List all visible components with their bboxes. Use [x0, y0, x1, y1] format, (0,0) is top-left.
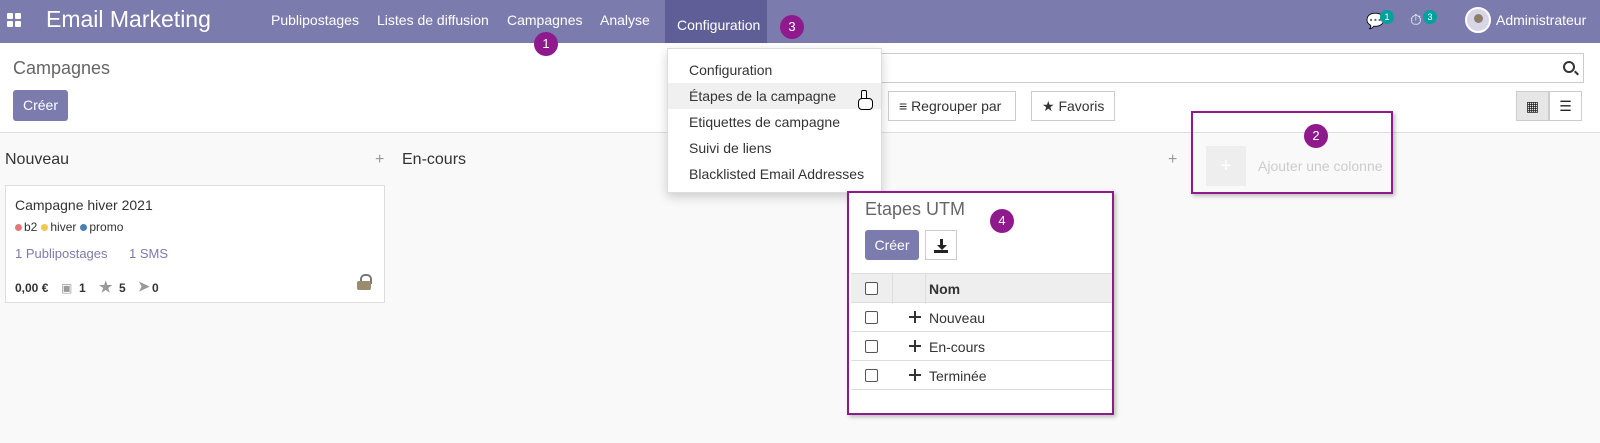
opened-star-icon: ★	[99, 279, 113, 296]
table-row[interactable]: En-cours	[851, 332, 1112, 361]
card-opened-count: 5	[119, 281, 126, 295]
activities-icon[interactable]: ⏱	[1410, 12, 1422, 29]
user-avatar[interactable]	[1465, 7, 1491, 33]
group-by-button[interactable]: ≡ Regrouper par	[888, 91, 1016, 121]
table-row[interactable]: Nouveau	[851, 303, 1112, 332]
tag-hiver: hiver	[41, 220, 76, 234]
column-title-en-cours: En-cours	[402, 151, 467, 168]
drag-handle-icon[interactable]	[909, 340, 921, 352]
callout-3: 3	[780, 15, 804, 39]
row-checkbox[interactable]	[865, 340, 878, 353]
column-add-icon[interactable]: +	[1168, 151, 1177, 169]
utm-table: Nom Nouveau En-cours Terminée	[851, 273, 1112, 390]
download-icon[interactable]	[925, 230, 957, 260]
utm-stages-callout: Etapes UTM Créer Nom Nouveau En-cours Te…	[847, 191, 1114, 415]
drag-handle-icon[interactable]	[909, 311, 921, 323]
search-input[interactable]	[880, 53, 1584, 83]
menu-campagnes[interactable]: Campagnes	[507, 12, 583, 28]
callout-1: 1	[534, 32, 558, 56]
lock-icon	[357, 274, 372, 290]
table-row[interactable]: Terminée	[851, 361, 1112, 390]
card-sent-count: 1	[79, 281, 86, 295]
utm-create-button[interactable]: Créer	[865, 230, 919, 260]
app-brand[interactable]: Email Marketing	[46, 6, 211, 33]
row-name: Nouveau	[929, 310, 986, 326]
menu-publipostages[interactable]: Publipostages	[271, 12, 359, 28]
callout-2: 2	[1304, 124, 1328, 148]
favorites-label: Favoris	[1058, 98, 1105, 114]
page-title: Campagnes	[13, 58, 111, 78]
menu-configuration-label: Configuration	[677, 17, 761, 33]
activities-badge: 3	[1423, 10, 1437, 24]
select-all-checkbox[interactable]	[865, 282, 878, 295]
row-checkbox[interactable]	[865, 369, 878, 382]
apps-menu-icon[interactable]	[7, 13, 21, 27]
add-column-plus-icon[interactable]: +	[1206, 146, 1246, 186]
clicked-cursor-icon: ➤	[138, 278, 150, 294]
add-column-label[interactable]: Ajouter une colonne	[1258, 158, 1383, 174]
menu-analyse[interactable]: Analyse	[600, 12, 650, 28]
favorites-button[interactable]: ★ Favoris	[1031, 91, 1115, 121]
dropdown-item-etiquettes-campagne[interactable]: Etiquettes de campagne	[668, 109, 881, 135]
card-revenue: 0,00 €	[15, 281, 49, 295]
utm-title: Etapes UTM	[865, 199, 966, 219]
dropdown-item-configuration[interactable]: Configuration	[668, 57, 881, 83]
card-clicked-count: 0	[152, 281, 159, 295]
menu-listes-de-diffusion[interactable]: Listes de diffusion	[377, 12, 489, 28]
dropdown-item-etapes-campagne[interactable]: Étapes de la campagne	[668, 83, 881, 109]
add-column-callout[interactable]: + Ajouter une colonne	[1191, 111, 1393, 194]
tag-promo: promo	[80, 220, 123, 234]
card-tags: b2 hiver promo	[15, 220, 123, 234]
column-header-nom[interactable]: Nom	[929, 281, 960, 297]
user-name[interactable]: Administrateur	[1496, 12, 1586, 28]
list-view-icon[interactable]: ☰	[1549, 91, 1582, 121]
kanban-view-icon[interactable]: ▦	[1516, 91, 1549, 121]
card-title: Campagne hiver 2021	[15, 197, 153, 213]
card-sms-link[interactable]: 1 SMS	[129, 246, 168, 261]
messages-badge: 1	[1380, 10, 1394, 24]
row-name: En-cours	[929, 339, 986, 355]
column-add-icon[interactable]: +	[375, 151, 384, 169]
row-name: Terminée	[929, 368, 987, 384]
row-checkbox[interactable]	[865, 311, 878, 324]
sent-icon: ▣	[61, 281, 73, 295]
group-by-label: Regrouper par	[911, 98, 1002, 114]
table-header: Nom	[851, 273, 1112, 304]
search-icon[interactable]	[1563, 61, 1575, 73]
dropdown-item-blacklisted-emails[interactable]: Blacklisted Email Addresses	[668, 161, 881, 187]
configuration-dropdown: Configuration Étapes de la campagne Etiq…	[667, 48, 882, 193]
kanban-card[interactable]: Campagne hiver 2021 b2 hiver promo 1 Pub…	[5, 185, 385, 303]
hand-cursor-icon	[858, 90, 873, 110]
card-mailings-link[interactable]: 1 Publipostages	[15, 246, 108, 261]
callout-4: 4	[990, 209, 1014, 233]
dropdown-item-suivi-liens[interactable]: Suivi de liens	[668, 135, 881, 161]
create-button[interactable]: Créer	[13, 90, 68, 121]
download-icon-base	[934, 250, 948, 253]
menu-configuration[interactable]: Configuration	[665, 0, 767, 48]
drag-handle-icon[interactable]	[909, 369, 921, 381]
tag-b2: b2	[15, 220, 37, 234]
column-title-nouveau: Nouveau	[5, 151, 70, 168]
